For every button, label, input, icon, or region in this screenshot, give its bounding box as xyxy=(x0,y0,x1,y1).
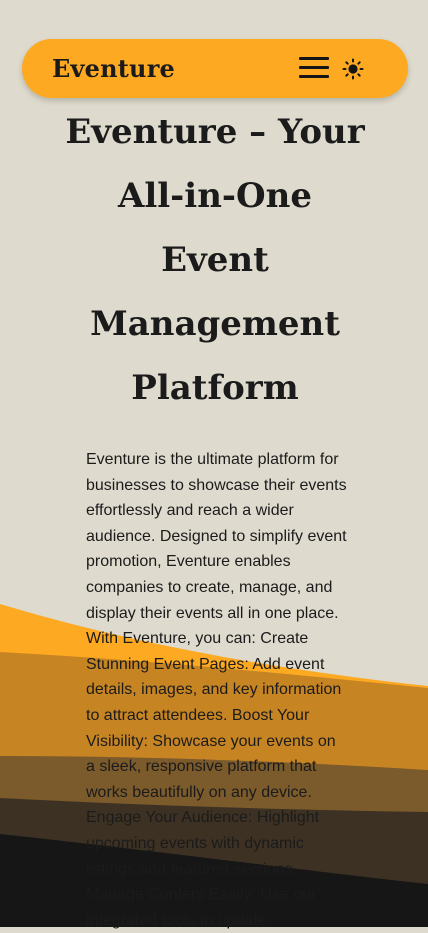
hero-description: Eventure is the ultimate platform for bu… xyxy=(86,451,347,929)
menu-bar xyxy=(299,75,329,78)
hero-title: Eventure – Your All-in-One Event Managem… xyxy=(65,112,365,408)
menu-bar xyxy=(299,66,329,69)
hamburger-menu-icon[interactable] xyxy=(298,55,330,81)
navbar: Eventure xyxy=(22,39,408,98)
brand-logo[interactable]: Eventure xyxy=(52,54,175,84)
menu-bar xyxy=(299,57,329,60)
sun-icon[interactable] xyxy=(342,58,364,80)
